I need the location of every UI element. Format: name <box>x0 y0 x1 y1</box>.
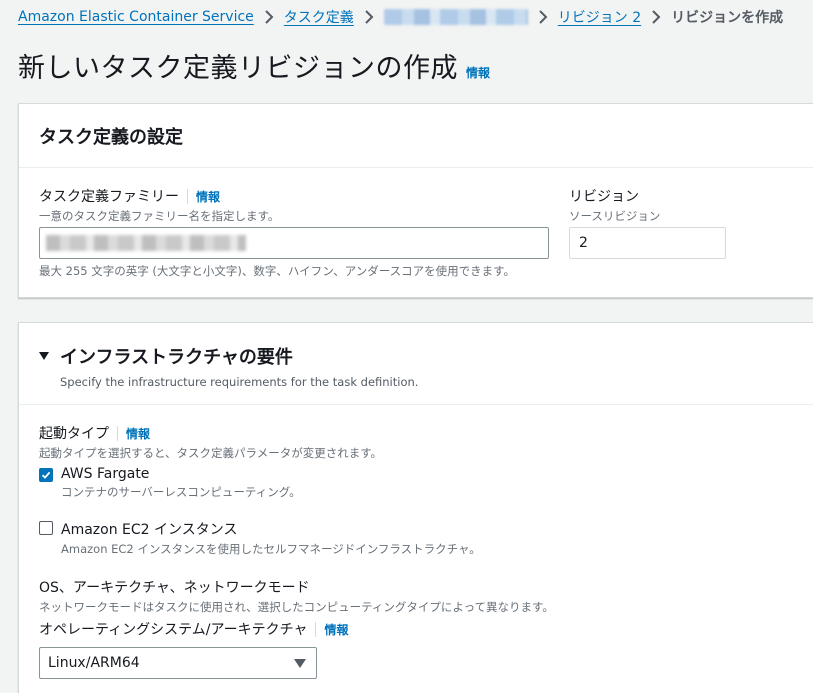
family-label: タスク定義ファミリー <box>39 189 179 205</box>
fargate-label: AWS Fargate <box>61 466 150 482</box>
task-definition-settings-panel: タスク定義の設定 タスク定義ファミリー 情報 一意のタスク定義ファミリー名を指定… <box>18 103 813 298</box>
os-arch-info-link[interactable]: 情報 <box>324 621 348 638</box>
breadcrumb-revision-link[interactable]: リビジョン 2 <box>558 7 641 27</box>
chevron-right-icon <box>534 8 552 26</box>
os-section-label: OS、アーキテクチャ、ネットワークモード <box>39 580 310 596</box>
breadcrumb-family-link-redacted[interactable] <box>383 9 528 25</box>
os-arch-select[interactable]: Linux/ARM64 <box>39 647 317 679</box>
page-title: 新しいタスク定義リビジョンの作成 <box>18 53 458 84</box>
divider <box>315 621 317 637</box>
launch-type-description: 起動タイプを選択すると、タスク定義パラメータが変更されます。 <box>39 446 383 460</box>
os-arch-value: Linux/ARM64 <box>48 655 140 671</box>
caret-down-icon <box>294 658 306 668</box>
infrastructure-requirements-panel: インフラストラクチャの要件 Specify the infrastructure… <box>18 322 813 693</box>
ec2-option[interactable]: Amazon EC2 インスタンス Amazon EC2 インスタンスを使用した… <box>39 519 481 557</box>
fargate-checkbox[interactable] <box>39 468 53 482</box>
family-description: 一意のタスク定義ファミリー名を指定します。 <box>39 209 280 223</box>
os-arch-label: オペレーティングシステム/アーキテクチャ <box>39 622 308 638</box>
page-info-link[interactable]: 情報 <box>466 64 490 81</box>
os-arch-label-row: オペレーティングシステム/アーキテクチャ 情報 <box>39 619 349 639</box>
revision-value: 2 <box>579 235 588 251</box>
breadcrumb-ecs-link[interactable]: Amazon Elastic Container Service <box>18 9 254 25</box>
revision-input[interactable]: 2 <box>569 227 726 259</box>
family-field: タスク定義ファミリー 情報 一意のタスク定義ファミリー名を指定します。 <box>39 186 279 224</box>
infra-expander[interactable]: インフラストラクチャの要件 <box>39 343 293 369</box>
family-info-link[interactable]: 情報 <box>196 188 220 205</box>
launch-type-label: 起動タイプ <box>39 426 109 442</box>
family-value-redacted <box>46 235 246 251</box>
revision-description: ソースリビジョン <box>569 209 661 223</box>
panel-title: インフラストラクチャの要件 <box>60 347 293 368</box>
revision-field: リビジョン ソースリビジョン <box>569 186 660 224</box>
launch-type-label-row: 起動タイプ 情報 <box>39 423 382 443</box>
caret-down-icon <box>39 352 49 360</box>
ec2-checkbox[interactable] <box>39 521 53 535</box>
chevron-right-icon <box>260 8 278 26</box>
panel-header: インフラストラクチャの要件 Specify the infrastructure… <box>19 323 813 405</box>
revision-label: リビジョン <box>569 189 639 205</box>
family-label-row: タスク定義ファミリー 情報 <box>39 186 279 206</box>
page-header: 新しいタスク定義リビジョンの作成 情報 <box>18 46 490 85</box>
breadcrumb: Amazon Elastic Container Service タスク定義 リ… <box>18 6 783 28</box>
fargate-option[interactable]: AWS Fargate コンテナのサーバーレスコンピューティング。 <box>39 466 301 500</box>
divider <box>117 425 118 441</box>
os-section: OS、アーキテクチャ、ネットワークモード ネットワークモードはタスクに使用され、… <box>39 577 554 615</box>
breadcrumb-task-definitions-link[interactable]: タスク定義 <box>284 7 354 27</box>
panel-header: タスク定義の設定 <box>19 104 813 168</box>
os-section-description: ネットワークモードはタスクに使用され、選択したコンピューティングタイプによって異… <box>39 600 554 614</box>
fargate-description: コンテナのサーバーレスコンピューティング。 <box>61 485 301 499</box>
chevron-right-icon <box>360 8 378 26</box>
family-input[interactable] <box>39 227 549 259</box>
ec2-description: Amazon EC2 インスタンスを使用したセルフマネージドインフラストラクチャ… <box>61 542 481 556</box>
divider <box>187 188 188 204</box>
family-constraint: 最大 255 文字の英字 (大文字と小文字)、数字、ハイフン、アンダースコアを使… <box>39 264 516 278</box>
check-icon <box>41 471 51 479</box>
panel-title: タスク定義の設定 <box>39 126 183 148</box>
launch-type-field: 起動タイプ 情報 起動タイプを選択すると、タスク定義パラメータが変更されます。 <box>39 423 382 461</box>
chevron-right-icon <box>647 8 665 26</box>
launch-type-info-link[interactable]: 情報 <box>126 425 150 442</box>
ec2-label: Amazon EC2 インスタンス <box>61 522 238 538</box>
breadcrumb-current: リビジョンを作成 <box>671 10 784 26</box>
panel-description: Specify the infrastructure requirements … <box>60 375 419 389</box>
